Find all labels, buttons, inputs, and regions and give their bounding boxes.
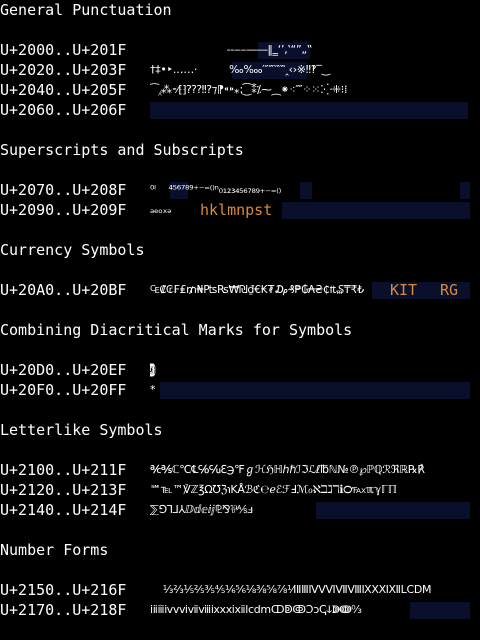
glyph-row: ₠₡₢₣₤₥₦₧₨₩₪₫€₭₮₯₰₱₲₳₴₵₶₷₸₹₺ — [150, 283, 364, 296]
glyph-row: ℀℁ℂ℃℄℅℆ℇ℈℉ℊℋℌℍℎℏℐℑℒℓ℔ℕ№℗℘ℙℚℛℜℝ℞℟ — [150, 463, 425, 476]
table-row: U+2170..U+218F ⅰⅱⅲⅳⅴⅵⅶⅷⅸⅹⅺⅻⅼⅽⅾⅿↀↁↂↃↄↅↆↇↈ… — [0, 600, 480, 620]
range-label: U+2150..U+216F — [0, 581, 127, 599]
range-label: U+2020..U+203F — [0, 61, 127, 79]
fallback-latin-text: RG — [440, 281, 459, 299]
glyph-row: ₐₑₒₓₔ — [150, 203, 172, 216]
glyph-row: ⃒⃓⃘⃙⃚⃐⃑⃔⃕⃖⃗⃛⃜⃝⃞⃟⃠⃡⃢⃣⃤⃥⃦⃪⃫⃨⃬⃭⃮⃯⃧⃩ — [150, 360, 470, 380]
glyph-row: ℠℡™℣ℤ℥Ω℧ℨ℩KÅℬℭ℮ℯℰℱℲℳℴℵℶℷℸℹ℺℻ℼℽℾℿ — [150, 483, 397, 496]
glyph-row: ⅀⅁⅂⅃⅄ⅅⅆⅇⅈⅉ⅊⅋⅌⅍ⅎ — [150, 503, 253, 516]
range-label: U+2120..U+213F — [0, 481, 127, 499]
table-row: U+20D0..U+20EF ⃒⃓⃘⃙⃚⃐⃑⃔⃕⃖⃗⃛⃜⃝⃞⃟⃠⃡⃢⃣⃤⃥⃦⃪⃫… — [0, 360, 480, 380]
glyph-row: ⁀⁁⁂⁃⁄⁅⁆⁇⁈⁉⁊⁋⁌⁍⁎⁏⁐⁑⁒⁓⁔⁕⁖⁗⁘⁙⁚⁛⁜⁝⁞ — [150, 83, 351, 96]
table-row: U+2040..U+205F ⁀⁁⁂⁃⁄⁅⁆⁇⁈⁉⁊⁋⁌⁍⁎⁏⁐⁑⁒⁓⁔⁕⁖⁗⁘… — [0, 80, 480, 100]
range-label: U+2140..U+214F — [0, 501, 127, 519]
section-title-number-forms: Number Forms — [0, 541, 109, 559]
table-row: U+2120..U+213F ℠℡™℣ℤ℥Ω℧ℨ℩KÅℬℭ℮ℯℰℱℲℳℴℵℶℷℸ… — [0, 480, 480, 500]
range-label: U+2070..U+208F — [0, 181, 127, 199]
fallback-latin-text: hklmnpst — [200, 201, 273, 219]
glyph-row: ⅓⅔⅕⅖⅗⅘⅙⅚⅛⅜⅝⅞⅟ⅠⅡⅢⅣⅤⅥⅦⅧⅨⅩⅪⅫⅬⅭⅮⅯ — [150, 583, 432, 596]
range-label: U+20D0..U+20EF — [0, 361, 127, 379]
glyph-row: †‡•‣․‥…‧ ‰‱′″‴‵‶‷‸‹›※‼‽‾‿ — [150, 63, 331, 76]
table-row: U+2060..U+206F — [0, 100, 480, 120]
table-row: U+2150..U+216F ⅓⅔⅕⅖⅗⅘⅙⅚⅛⅜⅝⅞⅟ⅠⅡⅢⅣⅤⅥⅦⅧⅨⅩⅪⅫ… — [0, 580, 480, 600]
range-label: U+20F0..U+20FF — [0, 381, 127, 399]
range-label: U+2000..U+201F — [0, 41, 127, 59]
table-row: U+2090..U+209F ₐₑₒₓₔ hklmnpst — [0, 200, 480, 220]
range-label: U+2040..U+205F — [0, 81, 127, 99]
glyph-row: ⁰ⁱ ⁴⁵⁶⁷⁸⁹⁺⁻⁼⁽⁾ⁿ₀₁₂₃₄₅₆₇₈₉₊₋₌₍₎ — [150, 183, 282, 196]
table-row: U+2100..U+211F ℀℁ℂ℃℄℅℆ℇ℈℉ℊℋℌℍℎℏℐℑℒℓ℔ℕ№℗℘… — [0, 460, 480, 480]
glyph-row: * — [150, 383, 156, 396]
glyph-row: ⅰⅱⅲⅳⅴⅵⅶⅷⅸⅹⅺⅻⅼⅽⅾⅿↀↁↂↃↄↅↆↇↈ↉ — [150, 603, 362, 616]
table-row: U+20A0..U+20BF ₠₡₢₣₤₥₦₧₨₩₪₫€₭₮₯₰₱₲₳₴₵₶₷₸… — [0, 280, 480, 300]
table-row: U+2070..U+208F ⁰ⁱ ⁴⁵⁶⁷⁸⁹⁺⁻⁼⁽⁾ⁿ₀₁₂₃₄₅₆₇₈₉… — [0, 180, 480, 200]
section-title-letterlike: Letterlike Symbols — [0, 421, 163, 439]
range-label: U+2090..U+209F — [0, 201, 127, 219]
fallback-latin-text: KIT — [390, 281, 418, 299]
table-row: U+20F0..U+20FF * — [0, 380, 480, 400]
range-label: U+2100..U+211F — [0, 461, 127, 479]
range-label: U+2170..U+218F — [0, 601, 127, 619]
section-title-superscripts: Superscripts and Subscripts — [0, 141, 244, 159]
section-title-currency: Currency Symbols — [0, 241, 145, 259]
glyph-row — [150, 100, 470, 120]
section-title-combining-marks: Combining Diacritical Marks for Symbols — [0, 321, 353, 339]
table-row: U+2000..U+201F ‐‑‒–—―‖‗‘’‚‛“”„‟ — [0, 40, 480, 60]
table-row: U+2020..U+203F †‡•‣․‥…‧ ‰‱′″‴‵‶‷‸‹›※‼‽‾‿ — [0, 60, 480, 80]
range-label: U+20A0..U+20BF — [0, 281, 127, 299]
table-row: U+2140..U+214F ⅀⅁⅂⅃⅄ⅅⅆⅇⅈⅉ⅊⅋⅌⅍ⅎ — [0, 500, 480, 520]
range-label: U+2060..U+206F — [0, 101, 127, 119]
glyph-row: ‐‑‒–—―‖‗‘’‚‛“”„‟ — [150, 43, 313, 56]
section-title-general-punctuation: General Punctuation — [0, 1, 172, 19]
